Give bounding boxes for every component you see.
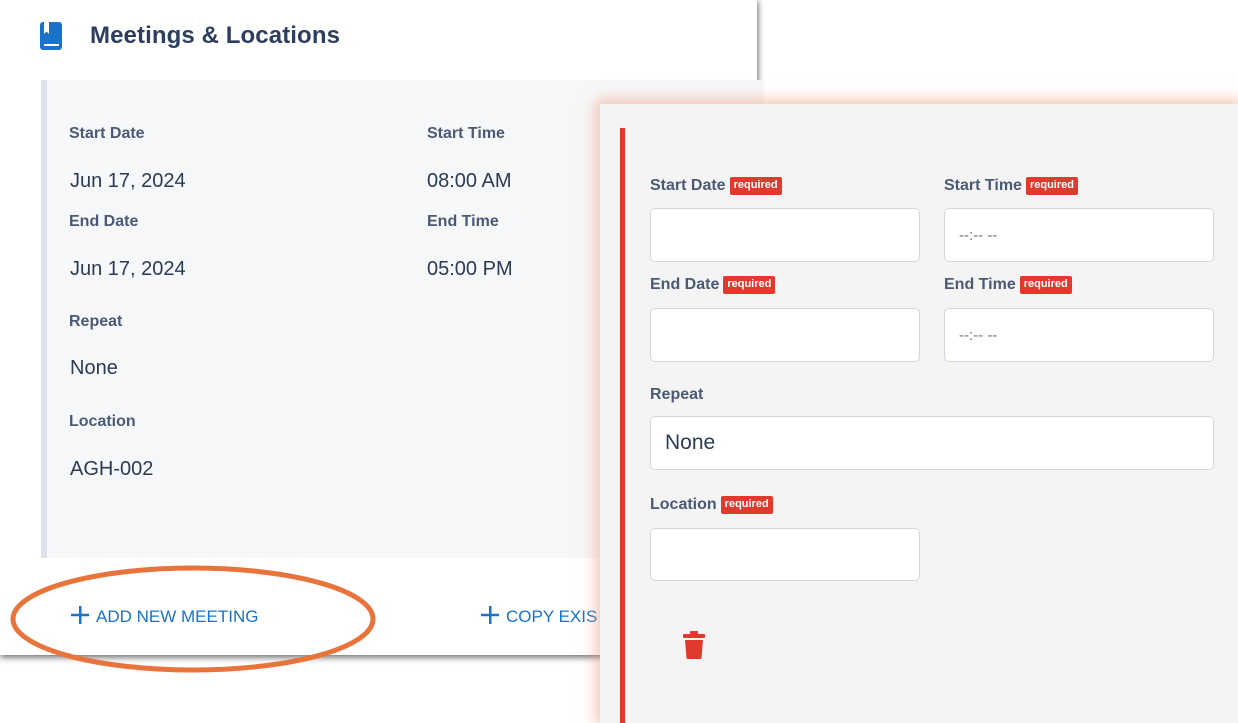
repeat-select[interactable]: None	[650, 416, 1214, 470]
end-time-value: 05:00 PM	[427, 258, 513, 280]
start-time-value: 08:00 AM	[427, 170, 512, 192]
required-badge: required	[1019, 276, 1072, 294]
section-title: Meetings & Locations	[90, 22, 341, 49]
end-time-input[interactable]: --:-- --	[944, 308, 1214, 362]
card-header: Meetings & Locations	[40, 22, 340, 50]
start-date-label: Start Date	[69, 125, 145, 142]
form-location-label: Location required	[650, 496, 773, 514]
start-date-value: Jun 17, 2024	[70, 170, 186, 192]
location-label: Location	[69, 413, 136, 430]
location-value: AGH-002	[70, 458, 154, 480]
form-end-date-label-text: End Date	[650, 276, 720, 293]
trash-icon[interactable]	[683, 631, 705, 659]
new-meeting-form: Start Date required Start Time required --…	[600, 104, 1238, 723]
form-start-time-label-text: Start Time	[944, 177, 1022, 194]
end-time-label: End Time	[427, 213, 499, 230]
book-icon	[40, 22, 62, 50]
start-time-label: Start Time	[427, 125, 505, 142]
copy-existing-button[interactable]: COPY EXIS	[480, 605, 597, 627]
add-new-meeting-button[interactable]: ADD NEW MEETING	[70, 605, 258, 627]
required-badge: required	[723, 276, 776, 294]
start-time-input[interactable]: --:-- --	[944, 208, 1214, 262]
form-location-label-text: Location	[650, 496, 717, 513]
end-date-value: Jun 17, 2024	[70, 258, 186, 280]
end-date-label: End Date	[69, 213, 139, 230]
required-badge: required	[1025, 177, 1078, 195]
repeat-label: Repeat	[69, 313, 123, 330]
end-date-input[interactable]	[650, 308, 920, 362]
form-start-time-label: Start Time required	[944, 177, 1078, 195]
error-indicator-bar	[620, 128, 625, 723]
form-start-date-label-text: Start Date	[650, 177, 726, 194]
form-end-time-label: End Time required	[944, 276, 1072, 294]
form-repeat-label: Repeat	[650, 386, 704, 403]
form-end-time-label-text: End Time	[944, 276, 1016, 293]
form-start-date-label: Start Date required	[650, 177, 782, 195]
repeat-value: None	[70, 357, 118, 379]
form-end-date-label: End Date required	[650, 276, 776, 294]
required-badge: required	[729, 177, 782, 195]
start-date-input[interactable]	[650, 208, 920, 262]
add-new-meeting-label: ADD NEW MEETING	[96, 607, 259, 626]
location-input[interactable]	[650, 528, 920, 581]
copy-existing-label: COPY EXIS	[506, 607, 598, 626]
required-badge: required	[720, 496, 773, 514]
plus-icon	[480, 605, 500, 625]
plus-icon	[70, 605, 90, 625]
